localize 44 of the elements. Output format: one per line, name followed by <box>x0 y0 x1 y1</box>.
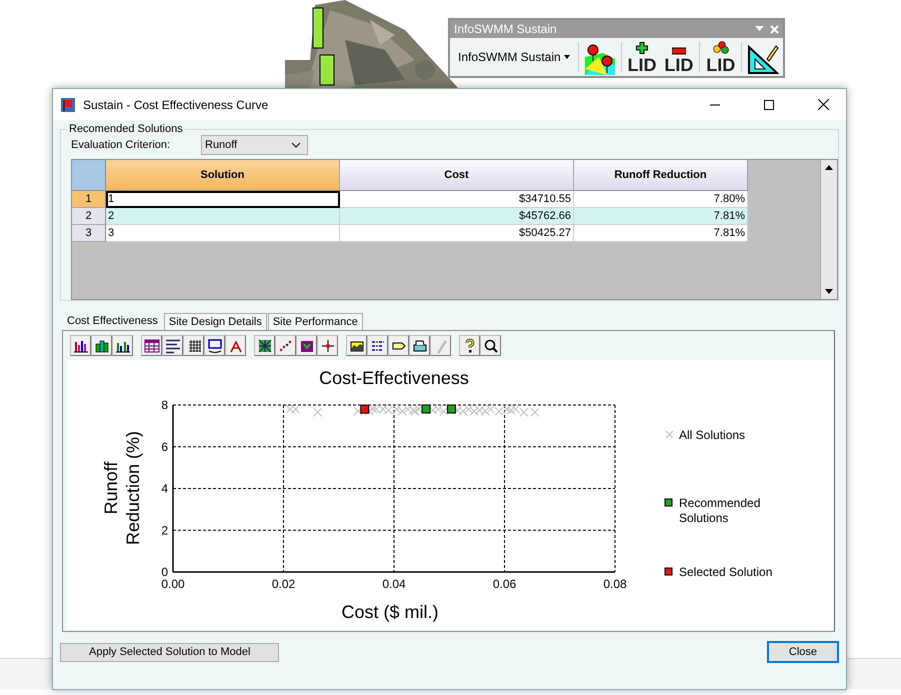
column-header[interactable]: Solution <box>106 160 340 191</box>
x-tick-label: 0.06 <box>492 577 516 591</box>
criterion-label: Evaluation Criterion: <box>71 139 172 151</box>
column-header[interactable]: Runoff Reduction <box>574 160 748 191</box>
y-tick-label: 0 <box>161 565 168 579</box>
y-tick-label: 8 <box>161 398 168 412</box>
y-tick-label: 6 <box>161 440 168 454</box>
row-header[interactable]: 1 <box>72 191 106 208</box>
row-header[interactable]: 3 <box>72 225 106 242</box>
table-cell: 1 <box>106 191 340 208</box>
table-cell: 7.80% <box>574 191 748 208</box>
tab[interactable]: Site Design Details <box>164 313 267 330</box>
x-axis-label: Cost ($ mil.) <box>342 602 438 622</box>
y-tick-label: 2 <box>161 523 168 538</box>
chart-title: Cost-Effectiveness <box>319 368 469 388</box>
lid-button[interactable]: LID <box>626 39 658 75</box>
x-tick-label: 0.00 <box>161 577 185 591</box>
x-tick-label: 0.04 <box>382 577 406 591</box>
toolbar-title: InfoSWMM Sustain <box>454 22 558 36</box>
y-tick-label: 4 <box>161 482 168 496</box>
table-cell: $45762.66 <box>340 208 574 225</box>
lid-button[interactable]: LID <box>704 39 738 75</box>
close-dialog-button[interactable]: Close <box>766 641 839 663</box>
table-cell: $34710.55 <box>340 191 574 208</box>
lid-button[interactable]: LID <box>662 39 696 75</box>
column-header[interactable]: Cost <box>340 160 574 191</box>
legend-label: Selected Solution <box>679 565 772 579</box>
table-cell: 3 <box>106 225 340 242</box>
table-cell: 7.81% <box>574 225 748 242</box>
apply-button[interactable]: Apply Selected Solution to Model <box>60 642 280 662</box>
sustain-menu[interactable]: InfoSWMM Sustain <box>454 50 574 64</box>
row-header[interactable]: 2 <box>72 208 106 225</box>
group-title: Recomended Solutions <box>68 123 184 135</box>
legend-label: All Solutions <box>679 428 746 442</box>
window-title: Sustain - Cost Effectiveness Curve <box>83 98 270 112</box>
table-cell: $50425.27 <box>340 225 574 242</box>
y-axis-label: Runoff Reduction (%) <box>101 430 143 546</box>
table-cell: 7.81% <box>574 208 748 225</box>
x-tick-label: 0.02 <box>272 577 296 591</box>
tab[interactable]: Site Performance <box>268 313 363 330</box>
x-tick-label: 0.08 <box>603 577 627 591</box>
criterion-dropdown[interactable]: Runoff <box>201 135 308 155</box>
table-cell: 2 <box>106 208 340 225</box>
legend-label: Recommended Solutions <box>679 496 760 525</box>
